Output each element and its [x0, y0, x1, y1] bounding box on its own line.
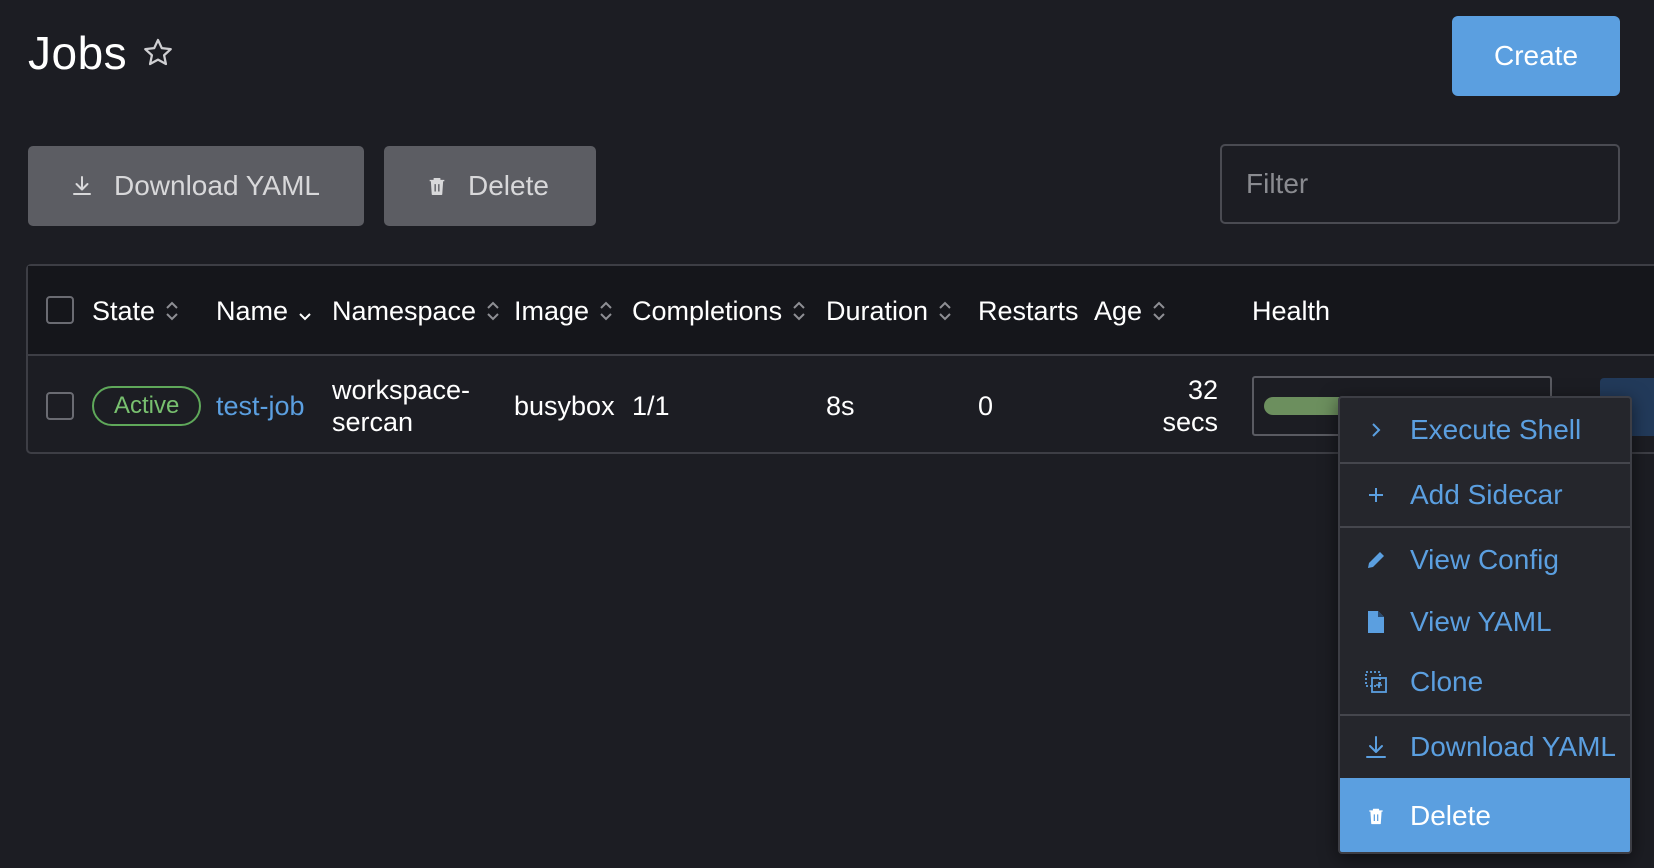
- duration-cell: 8s: [826, 391, 855, 421]
- sort-descending-icon: [299, 313, 311, 321]
- column-header-restarts: Restarts: [978, 295, 1079, 326]
- trash-icon: [1364, 804, 1388, 828]
- page-header: Jobs: [28, 26, 175, 80]
- completions-cell: 1/1: [632, 391, 670, 421]
- file-icon: [1364, 610, 1388, 634]
- chevron-right-icon: [1364, 418, 1388, 442]
- filter-input[interactable]: [1220, 144, 1620, 224]
- plus-icon: [1364, 483, 1388, 507]
- menu-item-view-yaml[interactable]: View YAML: [1340, 592, 1630, 652]
- namespace-cell: workspace- sercan: [332, 375, 471, 437]
- menu-item-view-config[interactable]: View Config: [1340, 528, 1630, 592]
- trash-icon: [429, 177, 445, 195]
- column-header-age[interactable]: Age: [1094, 266, 1168, 356]
- download-yaml-label: Download YAML: [114, 170, 320, 201]
- star-icon[interactable]: [141, 36, 175, 70]
- column-header-image[interactable]: Image: [514, 266, 615, 356]
- sort-icon: [939, 301, 951, 321]
- menu-item-download-yaml[interactable]: Download YAML: [1340, 716, 1630, 778]
- menu-item-execute-shell[interactable]: Execute Shell: [1340, 398, 1630, 462]
- column-header-health: Health: [1252, 295, 1331, 326]
- menu-item-delete[interactable]: Delete: [1340, 778, 1630, 852]
- pencil-icon: [1364, 548, 1388, 572]
- column-header-name[interactable]: Name: [216, 266, 314, 356]
- row-actions-menu: Execute Shell Add Sidecar View Config Vi…: [1338, 396, 1632, 854]
- download-icon: [1364, 735, 1388, 759]
- column-header-completions[interactable]: Completions: [632, 266, 808, 356]
- image-cell: busybox: [514, 391, 615, 421]
- delete-button[interactable]: Delete: [384, 146, 596, 226]
- column-header-state[interactable]: State: [92, 266, 181, 356]
- column-header-namespace[interactable]: Namespace: [332, 266, 502, 356]
- create-button[interactable]: Create: [1452, 16, 1620, 96]
- download-icon: [73, 176, 91, 195]
- row-checkbox[interactable]: [46, 392, 74, 420]
- column-header-duration[interactable]: Duration: [826, 266, 954, 356]
- sort-icon: [487, 301, 499, 321]
- clone-icon: [1364, 670, 1388, 694]
- jobs-page: Jobs Create Download YAML Delete State: [0, 0, 1654, 868]
- sort-icon: [600, 301, 612, 321]
- menu-item-clone[interactable]: Clone: [1340, 652, 1630, 712]
- status-badge: Active: [92, 386, 202, 426]
- table-header: State Name Namespace Image Completions D…: [28, 266, 1654, 356]
- page-title: Jobs: [28, 27, 128, 79]
- menu-item-add-sidecar[interactable]: Add Sidecar: [1340, 464, 1630, 526]
- state-cell: Active: [92, 386, 202, 426]
- age-cell: 32 secs: [1162, 375, 1218, 437]
- name-cell: test-job: [216, 390, 305, 422]
- restarts-cell: 0: [978, 391, 994, 421]
- download-yaml-button[interactable]: Download YAML: [28, 146, 364, 226]
- sort-icon: [793, 301, 805, 321]
- bulk-actions: Download YAML Delete: [28, 146, 596, 226]
- sort-icon: [166, 301, 178, 321]
- job-name-link[interactable]: test-job: [216, 390, 305, 422]
- delete-label: Delete: [468, 170, 549, 201]
- sort-icon: [1153, 301, 1165, 321]
- select-all-checkbox[interactable]: [46, 296, 74, 324]
